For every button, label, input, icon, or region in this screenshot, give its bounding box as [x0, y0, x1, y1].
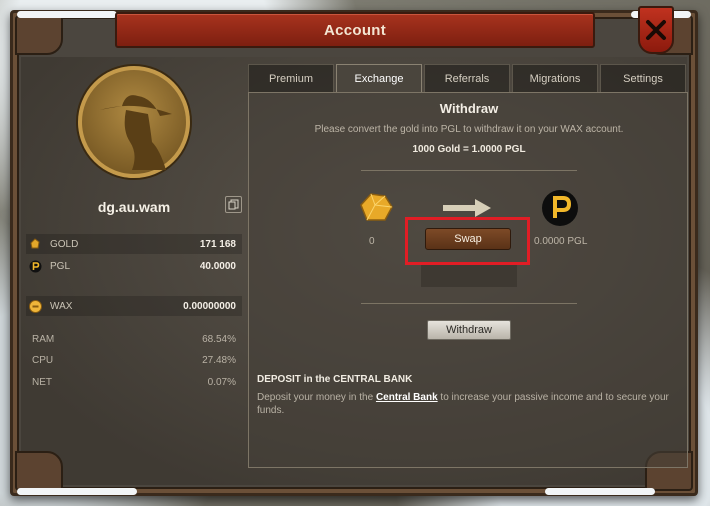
tab-exchange[interactable]: Exchange — [336, 64, 422, 92]
copy-username-button[interactable] — [225, 196, 242, 213]
resource-value: 40.0000 — [199, 260, 236, 272]
stat-label: RAM — [32, 333, 55, 345]
central-bank-link[interactable]: Central Bank — [376, 392, 438, 403]
gold-coin-icon — [28, 237, 42, 251]
pgl-token-icon — [28, 259, 42, 273]
gold-amount: 0 — [369, 236, 375, 247]
withdraw-button[interactable]: Withdraw — [427, 320, 511, 340]
account-tabs: Premium Exchange Referrals Migrations Se… — [248, 64, 688, 92]
tab-settings[interactable]: Settings — [600, 64, 686, 92]
exchange-panel: Withdraw Please convert the gold into PG… — [248, 92, 688, 468]
stat-value: 27.48% — [202, 354, 236, 366]
stat-row-cpu: CPU 27.48% — [26, 350, 242, 370]
resource-row-pgl: PGL 40.0000 — [26, 256, 242, 276]
pgl-amount: 0.0000 PGL — [534, 236, 588, 247]
tab-premium[interactable]: Premium — [248, 64, 334, 92]
swap-button[interactable]: Swap — [425, 228, 511, 250]
resource-value: 0.00000000 — [183, 300, 236, 312]
divider — [361, 170, 577, 171]
arrow-right-icon — [443, 199, 493, 217]
stat-row-ram: RAM 68.54% — [26, 329, 242, 349]
tab-migrations[interactable]: Migrations — [512, 64, 598, 92]
copy-icon — [228, 199, 239, 210]
resource-label: WAX — [50, 300, 73, 312]
avatar — [78, 66, 190, 178]
deposit-text-before: Deposit your money in the — [257, 392, 376, 403]
resource-row-gold: GOLD 171 168 — [26, 234, 242, 254]
frame-corner — [15, 15, 63, 55]
close-icon — [646, 20, 666, 40]
window-title: Account — [115, 12, 595, 48]
withdraw-note: Please convert the gold into PGL to with… — [314, 124, 624, 135]
tab-referrals[interactable]: Referrals — [424, 64, 510, 92]
stat-label: NET — [32, 376, 52, 388]
divider — [361, 303, 577, 304]
cowboy-silhouette-icon — [100, 95, 172, 170]
deposit-title: DEPOSIT in the CENTRAL BANK — [257, 374, 413, 385]
profile-panel: dg.au.wam GOLD 171 168 PGL 40.0000 WAX 0… — [20, 58, 248, 478]
resource-value: 171 168 — [199, 238, 236, 250]
stat-label: CPU — [32, 354, 54, 366]
exchange-rate: 1000 Gold = 1.0000 PGL — [412, 144, 526, 155]
wax-coin-icon — [28, 299, 42, 313]
username: dg.au.wam — [97, 199, 171, 215]
resource-label: PGL — [50, 260, 71, 272]
stat-row-net: NET 0.07% — [26, 372, 242, 392]
close-button[interactable] — [638, 6, 674, 54]
snow-decoration — [17, 11, 117, 18]
pgl-token-icon — [541, 189, 579, 227]
snow-decoration — [17, 488, 137, 495]
resource-row-wax: WAX 0.00000000 — [26, 296, 242, 316]
swap-amount-field[interactable] — [421, 265, 517, 287]
snow-decoration — [545, 488, 655, 495]
deposit-text: Deposit your money in the Central Bank t… — [257, 391, 677, 417]
stat-value: 0.07% — [207, 376, 236, 388]
resource-label: GOLD — [50, 238, 79, 250]
stat-value: 68.54% — [202, 333, 236, 345]
gold-nugget-icon — [357, 191, 395, 223]
withdraw-heading: Withdraw — [439, 101, 499, 116]
